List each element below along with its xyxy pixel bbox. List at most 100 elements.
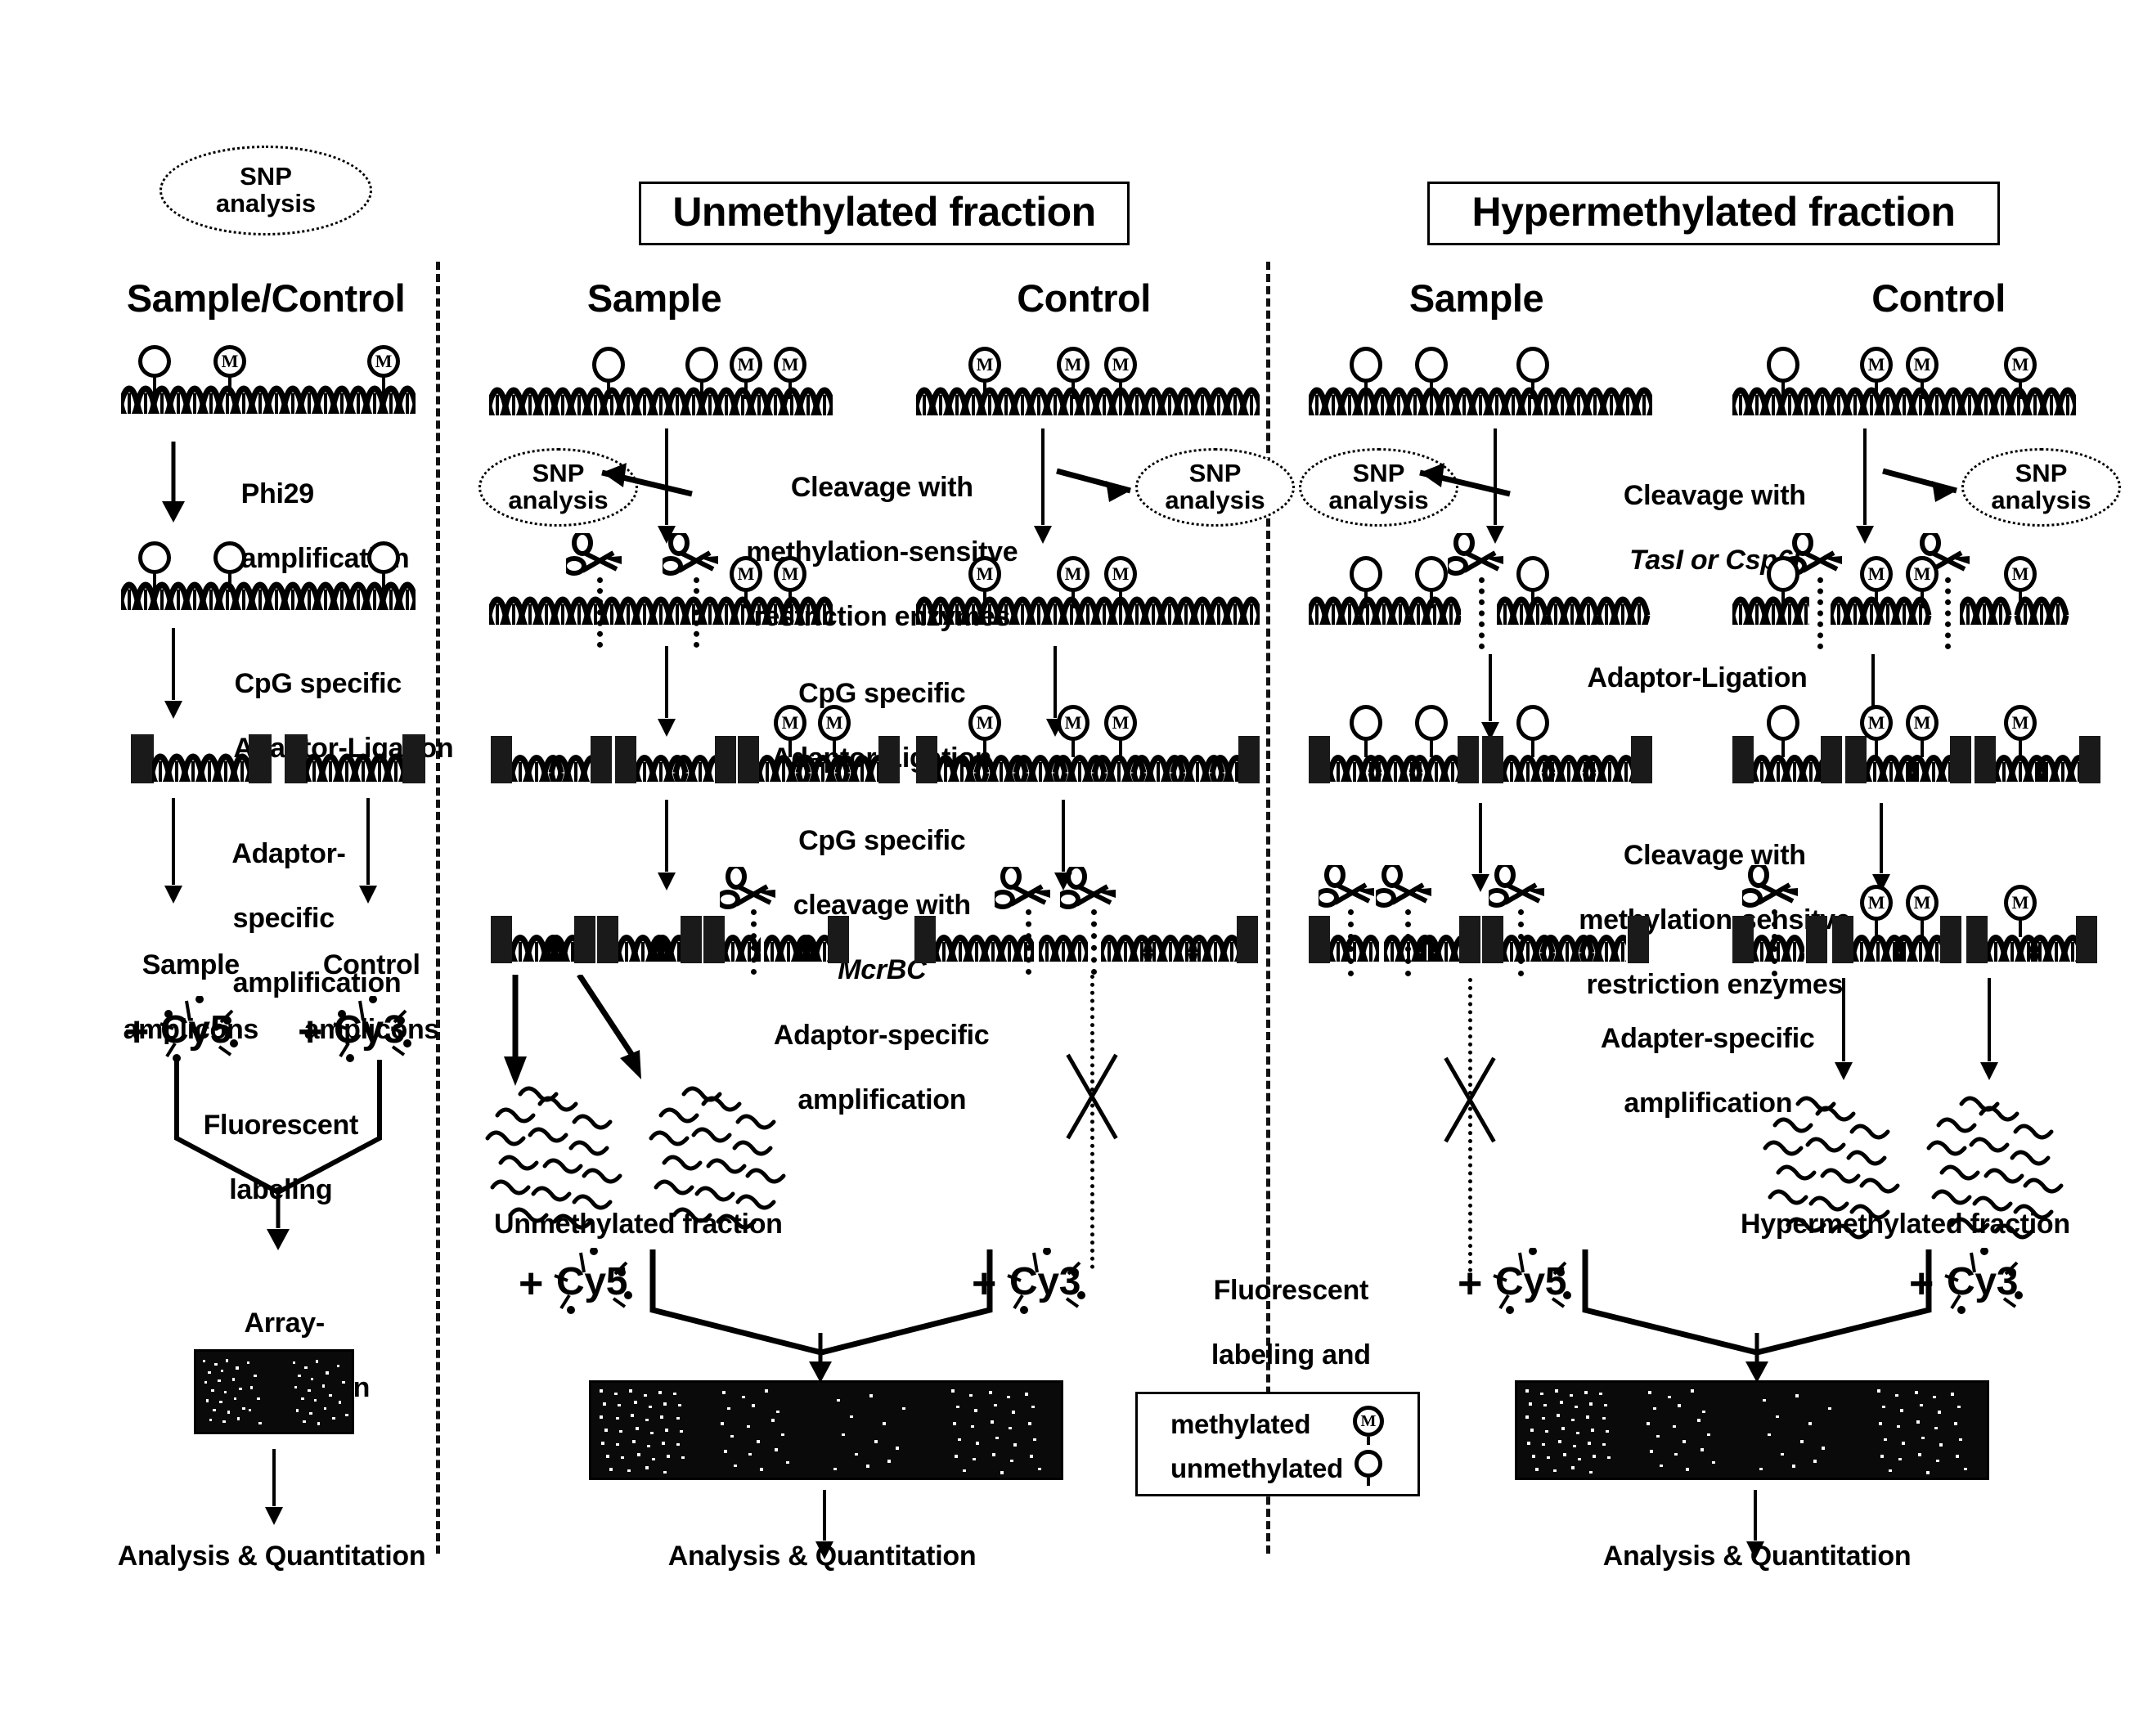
- plus-sign-cy5: +: [519, 1260, 544, 1308]
- adaptor-block: [1459, 916, 1480, 963]
- snp-line-2: analysis: [1165, 486, 1265, 514]
- dna-fragment: [512, 746, 592, 782]
- step-line: CpG specific: [234, 668, 402, 700]
- dna-fragment: [1503, 926, 1626, 962]
- dna-fragment: [636, 746, 717, 782]
- amplicon-line: Control: [322, 949, 420, 981]
- methylated-marker: M: [1055, 705, 1091, 757]
- dna-fragment: [618, 926, 684, 962]
- adaptor-block: [1458, 736, 1479, 783]
- unmethylated-marker: [365, 541, 402, 592]
- dye-label-cy5: Cy5: [160, 1008, 232, 1052]
- adaptor-block: [249, 734, 272, 783]
- unmethylated-marker: [1413, 347, 1449, 399]
- methylated-marker: M: [1904, 885, 1940, 937]
- dna-fragment: [764, 926, 829, 962]
- unmethylated-marker: [684, 347, 720, 399]
- adaptor-block: [1482, 736, 1503, 783]
- result-analysis-quantitation-left: Analysis & Quantitation: [117, 1541, 426, 1572]
- dye-label-cy5: Cy5: [1495, 1260, 1567, 1303]
- unmethylated-marker: [1348, 705, 1384, 757]
- adaptor-block: [1237, 916, 1258, 963]
- dna-fragment: [512, 926, 577, 962]
- adaptor-block: [2079, 736, 2100, 783]
- unmethylated-marker: [136, 345, 173, 396]
- blocked-path-line: [1090, 975, 1094, 1269]
- result-analysis-quantitation-right: Analysis & Quantitation: [1602, 1541, 1912, 1572]
- arrow-to-snp-right: [1056, 468, 1131, 502]
- unmethylated-marker: [1765, 705, 1801, 757]
- adaptor-block: [878, 736, 900, 783]
- subheader-sample-middle: Sample: [586, 276, 722, 320]
- methylated-marker: M: [1858, 885, 1894, 937]
- methylated-marker: M: [728, 347, 764, 399]
- arrow-to-snp-right-control: [1882, 468, 1957, 502]
- step-line: Adaptor-specific: [773, 1020, 990, 1052]
- snp-analysis-bubble-right-control: SNP analysis: [1961, 448, 2121, 527]
- unmethylated-marker: [1348, 347, 1384, 399]
- label-unmethylated-fraction: Unmethylated fraction: [494, 1209, 783, 1240]
- unmethylated-marker: [1413, 705, 1449, 757]
- step-cleavage-msre-middle: Cleavage with methylation-sensitve restr…: [717, 440, 1018, 666]
- snp-line-2: analysis: [215, 189, 317, 218]
- methylated-marker: M: [2002, 705, 2038, 757]
- dye-label-cy3: Cy3: [334, 1008, 406, 1052]
- unmethylated-marker: [1413, 556, 1449, 608]
- methylated-marker: M: [1904, 347, 1940, 399]
- adaptor-block: [131, 734, 154, 783]
- dna-fragment: [1039, 926, 1088, 962]
- adaptor-block: [681, 916, 702, 963]
- adaptor-block: [491, 916, 512, 963]
- methylated-marker: M: [967, 705, 1003, 757]
- methylated-marker: M: [2002, 556, 2038, 608]
- step-line: amplification: [797, 1084, 967, 1116]
- note-line: Fluorescent: [1213, 1275, 1369, 1307]
- legend-unmethylated-marker: [1350, 1450, 1386, 1487]
- unmethylated-marker: [1765, 556, 1801, 608]
- adaptor-block: [914, 916, 936, 963]
- scissors-icon: [663, 533, 725, 579]
- result-analysis-quantitation-middle: Analysis & Quantitation: [667, 1541, 977, 1572]
- adaptor-block: [1309, 916, 1330, 963]
- adaptor-block: [1631, 736, 1652, 783]
- adaptor-block: [1966, 916, 1988, 963]
- scissors-icon: [1489, 865, 1551, 911]
- methylated-marker: M: [967, 556, 1003, 608]
- step-line: cleavage with: [793, 890, 972, 922]
- adaptor-block: [828, 916, 849, 963]
- panel-title-box-hypermethylated: Hypermethylated fraction: [1427, 182, 2000, 245]
- adaptor-block: [597, 916, 618, 963]
- step-line: Cleavage with: [1623, 480, 1806, 512]
- panel-title-box-unmethylated: Unmethylated fraction: [639, 182, 1130, 245]
- cut-line: [1945, 577, 1951, 649]
- scissors-icon: [1376, 865, 1438, 911]
- unmethylated-marker: [1765, 347, 1801, 399]
- dye-label-cy3: Cy3: [1009, 1260, 1081, 1303]
- diagram-canvas: SNP analysis Sample/Control M M Phi29 am…: [0, 0, 2143, 1736]
- adaptor-block: [1832, 916, 1853, 963]
- adaptor-block: [615, 736, 636, 783]
- scissors-icon: [1319, 865, 1381, 911]
- arrow-to-amplicons-2: [577, 975, 641, 1079]
- snp-analysis-bubble-left: SNP analysis: [159, 146, 372, 236]
- unmethylated-marker: [211, 541, 249, 592]
- step-line-italic: McrBC: [838, 954, 927, 986]
- adaptor-block: [1482, 916, 1503, 963]
- subheader-control-right: Control: [1871, 276, 2006, 320]
- unmethylated-marker: [591, 347, 627, 399]
- legend-label-methylated: methylated: [1170, 1409, 1311, 1439]
- adaptor-block: [402, 734, 425, 783]
- subheader-sample-right: Sample: [1408, 276, 1544, 320]
- scissors-icon: [566, 533, 628, 579]
- methylated-marker: M: [365, 345, 402, 396]
- methylated-marker: M: [967, 347, 1003, 399]
- plus-sign-cy3: +: [298, 1008, 323, 1056]
- unmethylated-marker: [1515, 347, 1551, 399]
- methylated-marker: M: [816, 705, 852, 757]
- step-line: Cleavage with: [790, 472, 973, 504]
- cut-line: [1817, 577, 1823, 649]
- step-line: Adaptor-: [231, 838, 346, 870]
- methylated-marker: M: [211, 345, 249, 396]
- methylated-marker: M: [1055, 556, 1091, 608]
- adaptor-block: [916, 736, 937, 783]
